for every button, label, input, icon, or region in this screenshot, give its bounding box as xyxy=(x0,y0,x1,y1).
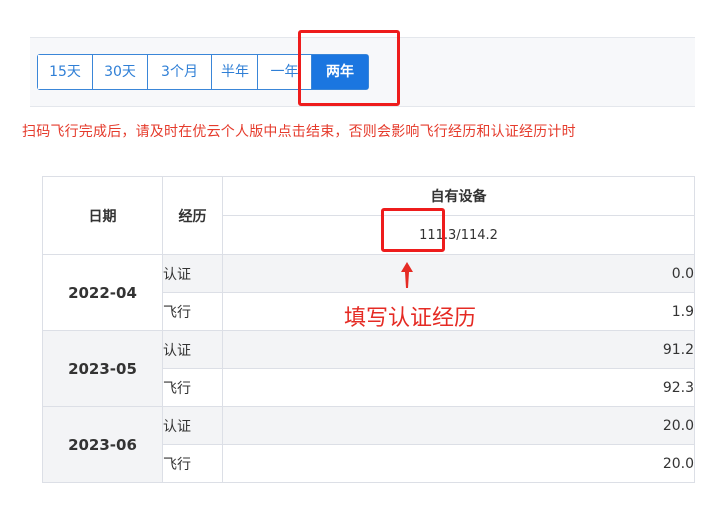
row-type-label: 飞行 xyxy=(162,444,223,483)
highlight-box-range xyxy=(298,30,400,106)
table-row: 2023-05 认证 91.2 xyxy=(42,330,695,407)
highlight-box-device-value xyxy=(381,208,445,252)
arrow-up-icon xyxy=(401,262,413,288)
row-value: 20.0 xyxy=(222,444,695,483)
range-30-days-button[interactable]: 30天 xyxy=(93,55,148,89)
range-15-days-button[interactable]: 15天 xyxy=(38,55,93,89)
device-subheader-value: 111.3/114.2 xyxy=(222,215,695,255)
range-3-months-button[interactable]: 3个月 xyxy=(148,55,212,89)
row-value: 91.2 xyxy=(222,330,695,369)
header-own-device: 自有设备 xyxy=(222,176,695,216)
header-date: 日期 xyxy=(42,176,163,255)
annotation-fill-certification: 填写认证经历 xyxy=(344,306,477,331)
row-type-label: 认证 xyxy=(162,254,223,293)
row-date: 2023-05 xyxy=(42,330,163,407)
table-header-row: 日期 经历 自有设备 xyxy=(42,176,695,255)
row-value: 92.3 xyxy=(222,368,695,407)
row-date: 2023-06 xyxy=(42,406,163,483)
row-type-label: 认证 xyxy=(162,406,223,445)
row-value: 20.0 xyxy=(222,406,695,445)
warning-notice: 扫码飞行完成后，请及时在优云个人版中点击结束，否则会影响飞行经历和认证经历计时 xyxy=(22,124,576,140)
table-row: 2022-04 认证 0.0 xyxy=(42,254,695,331)
header-experience: 经历 xyxy=(162,176,223,255)
table-row: 2023-06 认证 20.0 xyxy=(42,406,695,483)
range-half-year-button[interactable]: 半年 xyxy=(212,55,258,89)
row-type-label: 飞行 xyxy=(162,292,223,331)
row-value: 0.0 xyxy=(222,254,695,293)
row-type-label: 认证 xyxy=(162,330,223,369)
row-date: 2022-04 xyxy=(42,254,163,331)
row-type-label: 飞行 xyxy=(162,368,223,407)
